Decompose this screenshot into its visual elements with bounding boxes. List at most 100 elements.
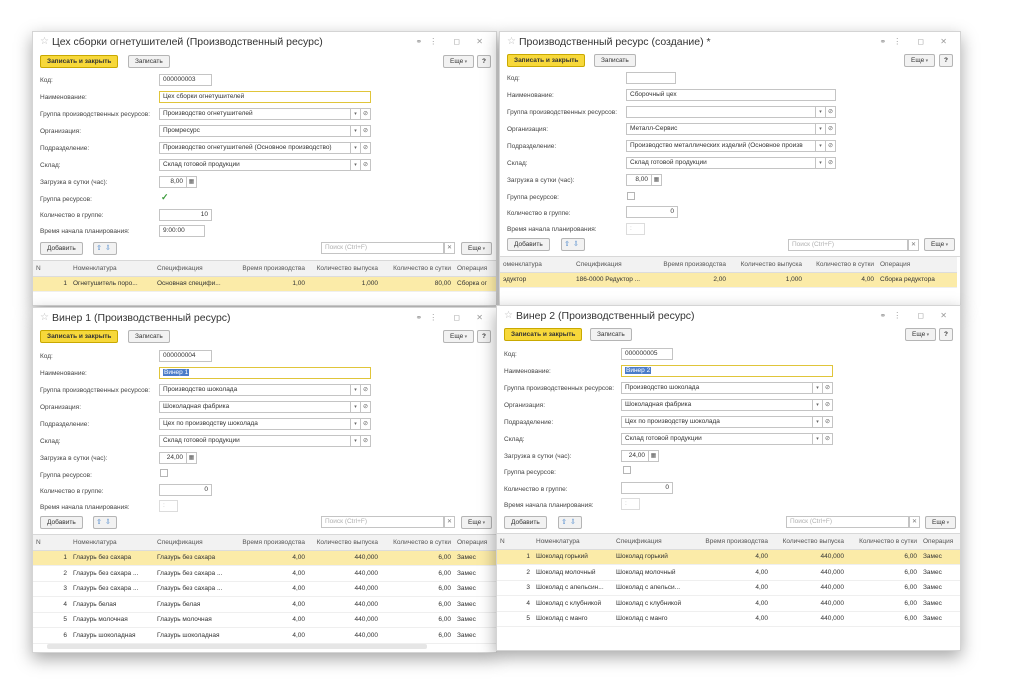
col-operation[interactable]: Операция: [454, 261, 496, 277]
help-button[interactable]: ?: [477, 55, 491, 68]
search-input[interactable]: Поиск (Ctrl+F): [786, 516, 909, 528]
count-in-group-field[interactable]: 10: [159, 209, 212, 221]
save-button[interactable]: Записать: [590, 328, 632, 341]
col-n[interactable]: N: [497, 534, 533, 550]
favorite-star-icon[interactable]: ☆: [504, 310, 513, 321]
table-row[interactable]: 3 Шоколад с апельсин... Шоколад с апельси.…: [497, 580, 960, 596]
group-select[interactable]: Производство шоколада ▾ ⊘: [621, 382, 833, 394]
organization-select[interactable]: Металл-Сервис ▾ ⊘: [626, 123, 836, 135]
more-button[interactable]: Еще: [905, 328, 937, 341]
col-n[interactable]: N: [33, 535, 70, 551]
department-select[interactable]: Производство огнетушителей (Основное про…: [159, 142, 371, 154]
col-time[interactable]: Время производства: [233, 261, 308, 277]
favorite-star-icon[interactable]: ☆: [40, 36, 49, 47]
move-up-down-buttons[interactable]: ⇧⇩: [93, 516, 117, 529]
clear-search-icon[interactable]: ✕: [444, 516, 455, 528]
col-operation[interactable]: Операция: [877, 257, 957, 273]
table-row[interactable]: 1 Глазурь без сахара Глазурь без сахара 4,0…: [33, 550, 496, 566]
table-row[interactable]: 5 Глазурь молочная Глазурь молочная 4,00 440…: [33, 612, 496, 628]
code-field[interactable]: 000000003: [159, 74, 212, 86]
name-field[interactable]: Винер 2: [621, 365, 833, 377]
help-button[interactable]: ?: [477, 330, 491, 343]
load-per-day-field[interactable]: 24,00 ▦: [621, 450, 659, 462]
table-row[interactable]: 1 Шоколад горький Шоколад горький 4,00 440,0…: [497, 549, 960, 565]
resource-group-checkbox[interactable]: [160, 469, 168, 477]
link-icon[interactable]: ⚭: [880, 311, 894, 320]
col-per-day[interactable]: Количество в сутки: [805, 257, 877, 273]
search-input[interactable]: Поиск (Ctrl+F): [788, 239, 908, 251]
move-up-down-buttons[interactable]: ⇧⇩: [561, 238, 585, 251]
col-per-day[interactable]: Количество в сутки: [381, 535, 454, 551]
window-controls[interactable]: ⚭⋮ ◻ ✕: [416, 37, 491, 46]
save-and-close-button[interactable]: Записать и закрыть: [40, 55, 119, 68]
window-controls[interactable]: ⚭⋮ ◻ ✕: [880, 311, 955, 320]
save-button[interactable]: Записать: [128, 55, 170, 68]
link-icon[interactable]: ⚭: [880, 37, 894, 46]
move-up-down-buttons[interactable]: ⇧⇩: [558, 516, 582, 529]
save-and-close-button[interactable]: Записать и закрыть: [40, 330, 119, 343]
move-up-down-buttons[interactable]: ⇧⇩: [93, 242, 117, 255]
save-and-close-button[interactable]: Записать и закрыть: [504, 328, 583, 341]
col-time[interactable]: Время производства: [233, 535, 308, 551]
add-button[interactable]: Добавить: [40, 516, 83, 529]
name-field[interactable]: Винер 1: [159, 367, 371, 379]
col-operation[interactable]: Операция: [920, 534, 960, 550]
favorite-star-icon[interactable]: ☆: [507, 36, 516, 47]
group-select[interactable]: ▾ ⊘: [626, 106, 836, 118]
organization-select[interactable]: Промресурс ▾ ⊘: [159, 125, 371, 137]
help-button[interactable]: ?: [939, 54, 953, 67]
group-select[interactable]: Производство шоколада ▾ ⊘: [159, 384, 371, 396]
col-output[interactable]: Количество выпуска: [308, 261, 381, 277]
col-time[interactable]: Время производства: [693, 534, 771, 550]
save-and-close-button[interactable]: Записать и закрыть: [507, 54, 586, 67]
col-spec[interactable]: Спецификация: [573, 257, 654, 273]
load-per-day-field[interactable]: 24,00 ▦: [159, 452, 197, 464]
add-button[interactable]: Добавить: [40, 242, 83, 255]
add-button[interactable]: Добавить: [504, 516, 547, 529]
table-row[interactable]: 4 Глазурь белая Глазурь белая 4,00 440,000 6,…: [33, 596, 496, 613]
warehouse-select[interactable]: Склад готовой продукции ▾ ⊘: [621, 433, 833, 445]
search-input[interactable]: Поиск (Ctrl+F): [321, 516, 444, 528]
load-per-day-field[interactable]: 8,00 ▦: [159, 176, 197, 188]
col-per-day[interactable]: Количество в сутки: [847, 534, 920, 550]
table-more-button[interactable]: Еще: [925, 516, 957, 529]
department-select[interactable]: Цех по производству шоколада ▾ ⊘: [159, 418, 371, 430]
col-time[interactable]: Время производства: [654, 257, 729, 273]
organization-select[interactable]: Шоколадная фабрика ▾ ⊘: [621, 399, 833, 411]
code-field[interactable]: 000000005: [621, 348, 673, 360]
col-nomenclature[interactable]: Номенклатура: [70, 261, 154, 277]
table-row[interactable]: 2 Глазурь без сахара ... Глазурь без сахар…: [33, 565, 496, 582]
warehouse-select[interactable]: Склад готовой продукции ▾ ⊘: [159, 159, 371, 171]
table-row[interactable]: эдуктор 186-0000 Редуктор ... 2,00 1,000…: [500, 272, 957, 288]
window-controls[interactable]: ⚭⋮ ◻ ✕: [416, 313, 491, 322]
link-icon[interactable]: ⚭: [416, 313, 430, 322]
department-select[interactable]: Производство металлических изделий (Осно…: [626, 140, 836, 152]
col-spec[interactable]: Спецификация: [154, 261, 233, 277]
col-nomenclature[interactable]: оменклатура: [500, 257, 573, 273]
name-field[interactable]: Цех сборки огнетушителей: [159, 91, 371, 103]
save-button[interactable]: Записать: [594, 54, 636, 67]
table-more-button[interactable]: Еще: [461, 242, 493, 255]
more-button[interactable]: Еще: [443, 55, 475, 68]
col-n[interactable]: N: [33, 261, 70, 277]
col-nomenclature[interactable]: Номенклатура: [70, 535, 154, 551]
table-more-button[interactable]: Еще: [924, 238, 956, 251]
organization-select[interactable]: Шоколадная фабрика ▾ ⊘: [159, 401, 371, 413]
count-in-group-field[interactable]: 0: [626, 206, 678, 218]
col-output[interactable]: Количество выпуска: [308, 535, 381, 551]
resource-group-checkbox[interactable]: [623, 466, 631, 474]
search-input[interactable]: Поиск (Ctrl+F): [321, 242, 444, 254]
code-field[interactable]: 000000004: [159, 350, 212, 362]
resource-group-checkbox[interactable]: [627, 192, 635, 200]
col-output[interactable]: Количество выпуска: [771, 534, 847, 550]
load-per-day-field[interactable]: 8,00 ▦: [626, 174, 662, 186]
clear-search-icon[interactable]: ✕: [909, 516, 920, 528]
code-field[interactable]: [626, 72, 676, 84]
clear-search-icon[interactable]: ✕: [444, 242, 455, 254]
group-select[interactable]: Производство огнетушителей ▾ ⊘: [159, 108, 371, 120]
resource-group-checkbox[interactable]: ✓: [161, 193, 169, 202]
clear-search-icon[interactable]: ✕: [908, 239, 919, 251]
department-select[interactable]: Цех по производству шоколада ▾ ⊘: [621, 416, 833, 428]
more-button[interactable]: Еще: [904, 54, 936, 67]
col-operation[interactable]: Операция: [454, 535, 496, 551]
